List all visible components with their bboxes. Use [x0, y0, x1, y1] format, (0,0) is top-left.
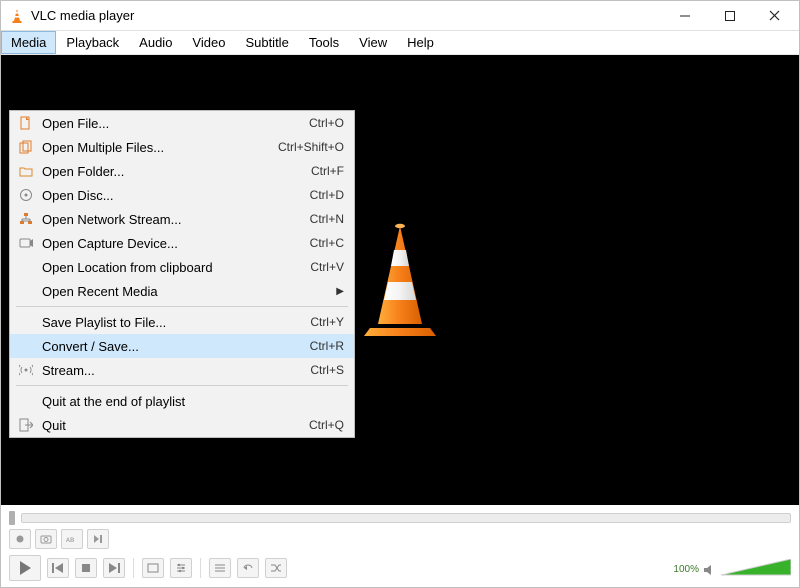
record-button[interactable] [9, 529, 31, 549]
volume-slider[interactable] [721, 559, 791, 577]
menu-item-label: Quit at the end of playlist [36, 394, 328, 409]
menu-item-shortcut: Ctrl+Y [294, 315, 344, 329]
seek-track[interactable] [21, 513, 791, 523]
menu-item-label: Open Folder... [36, 164, 295, 179]
media-menu-open-network-stream[interactable]: Open Network Stream...Ctrl+N [10, 207, 354, 231]
disc-icon [16, 188, 36, 202]
svg-text:ᴀʙ: ᴀʙ [66, 535, 74, 544]
submenu-arrow-icon: ▶ [336, 286, 344, 297]
media-menu-save-playlist-to-file[interactable]: Save Playlist to File...Ctrl+Y [10, 310, 354, 334]
menu-item-shortcut: Ctrl+R [294, 339, 344, 353]
volume-control: 100% [673, 559, 791, 577]
seek-bar-row [1, 505, 799, 527]
media-menu-open-location-from-clipboard[interactable]: Open Location from clipboardCtrl+V [10, 255, 354, 279]
menu-separator [16, 385, 348, 386]
menu-item-shortcut: Ctrl+D [294, 188, 344, 202]
menu-item-shortcut: Ctrl+F [295, 164, 344, 178]
stop-button[interactable] [75, 558, 97, 578]
main-toolbar: 100% [1, 551, 799, 587]
file-icon [16, 116, 36, 130]
menubar: MediaPlaybackAudioVideoSubtitleToolsView… [1, 31, 799, 55]
menu-item-label: Stream... [36, 363, 294, 378]
loop-button[interactable] [237, 558, 259, 578]
menu-item-shortcut: Ctrl+S [294, 363, 344, 377]
media-menu-dropdown: Open File...Ctrl+OOpen Multiple Files...… [9, 110, 355, 438]
menu-audio[interactable]: Audio [129, 31, 182, 54]
menu-item-label: Open Capture Device... [36, 236, 294, 251]
toolbar-separator [200, 558, 201, 578]
menu-item-label: Open Location from clipboard [36, 260, 294, 275]
extended-settings-button[interactable] [170, 558, 192, 578]
media-menu-convert-save[interactable]: Convert / Save...Ctrl+R [10, 334, 354, 358]
menu-item-label: Quit [36, 418, 293, 433]
capture-icon [16, 236, 36, 250]
vlc-cone-icon [9, 8, 25, 24]
exit-icon [16, 418, 36, 432]
close-button[interactable] [752, 2, 797, 30]
menu-item-label: Open File... [36, 116, 293, 131]
menu-item-shortcut: Ctrl+C [294, 236, 344, 250]
playlist-button[interactable] [209, 558, 231, 578]
frame-step-button[interactable] [87, 529, 109, 549]
menu-playback[interactable]: Playback [56, 31, 129, 54]
shuffle-button[interactable] [265, 558, 287, 578]
menu-media[interactable]: Media [1, 31, 56, 54]
play-button[interactable] [9, 555, 41, 581]
vlc-cone-logo [350, 220, 450, 340]
window-buttons [662, 2, 797, 30]
menu-item-shortcut: Ctrl+V [294, 260, 344, 274]
menu-item-shortcut: Ctrl+Shift+O [262, 140, 344, 154]
volume-percent-label: 100% [673, 564, 699, 575]
menu-subtitle[interactable]: Subtitle [235, 31, 298, 54]
menu-item-shortcut: Ctrl+O [293, 116, 344, 130]
seek-knob[interactable] [9, 511, 15, 525]
media-menu-open-multiple-files[interactable]: Open Multiple Files...Ctrl+Shift+O [10, 135, 354, 159]
media-menu-open-recent-media[interactable]: Open Recent Media▶ [10, 279, 354, 303]
media-menu-open-capture-device[interactable]: Open Capture Device...Ctrl+C [10, 231, 354, 255]
media-menu-open-folder[interactable]: Open Folder...Ctrl+F [10, 159, 354, 183]
menu-item-shortcut: Ctrl+Q [293, 418, 344, 432]
files-icon [16, 140, 36, 154]
menu-item-label: Open Recent Media [36, 284, 336, 299]
menu-item-shortcut: Ctrl+N [294, 212, 344, 226]
media-menu-stream[interactable]: Stream...Ctrl+S [10, 358, 354, 382]
menu-item-label: Open Disc... [36, 188, 294, 203]
folder-icon [16, 164, 36, 178]
menu-item-label: Save Playlist to File... [36, 315, 294, 330]
toolbar-separator [133, 558, 134, 578]
next-button[interactable] [103, 558, 125, 578]
menu-view[interactable]: View [349, 31, 397, 54]
fullscreen-button[interactable] [142, 558, 164, 578]
media-menu-open-disc[interactable]: Open Disc...Ctrl+D [10, 183, 354, 207]
media-menu-quit-at-the-end-of-playlist[interactable]: Quit at the end of playlist [10, 389, 354, 413]
menu-item-label: Convert / Save... [36, 339, 294, 354]
atob-loop-button[interactable]: ᴀʙ [61, 529, 83, 549]
menu-separator [16, 306, 348, 307]
snapshot-button[interactable] [35, 529, 57, 549]
menu-item-label: Open Multiple Files... [36, 140, 262, 155]
minimize-button[interactable] [662, 2, 707, 30]
previous-button[interactable] [47, 558, 69, 578]
app-window: VLC media player MediaPlaybackAudioVideo… [0, 0, 800, 588]
network-icon [16, 212, 36, 226]
video-area[interactable]: Open File...Ctrl+OOpen Multiple Files...… [1, 55, 799, 505]
maximize-button[interactable] [707, 2, 752, 30]
mute-icon[interactable] [703, 563, 717, 577]
menu-video[interactable]: Video [182, 31, 235, 54]
menu-tools[interactable]: Tools [299, 31, 349, 54]
window-title: VLC media player [31, 8, 662, 23]
menu-help[interactable]: Help [397, 31, 444, 54]
titlebar: VLC media player [1, 1, 799, 31]
stream-icon [16, 363, 36, 377]
media-menu-quit[interactable]: QuitCtrl+Q [10, 413, 354, 437]
menu-item-label: Open Network Stream... [36, 212, 294, 227]
media-menu-open-file[interactable]: Open File...Ctrl+O [10, 111, 354, 135]
secondary-toolbar: ᴀʙ [1, 527, 799, 551]
